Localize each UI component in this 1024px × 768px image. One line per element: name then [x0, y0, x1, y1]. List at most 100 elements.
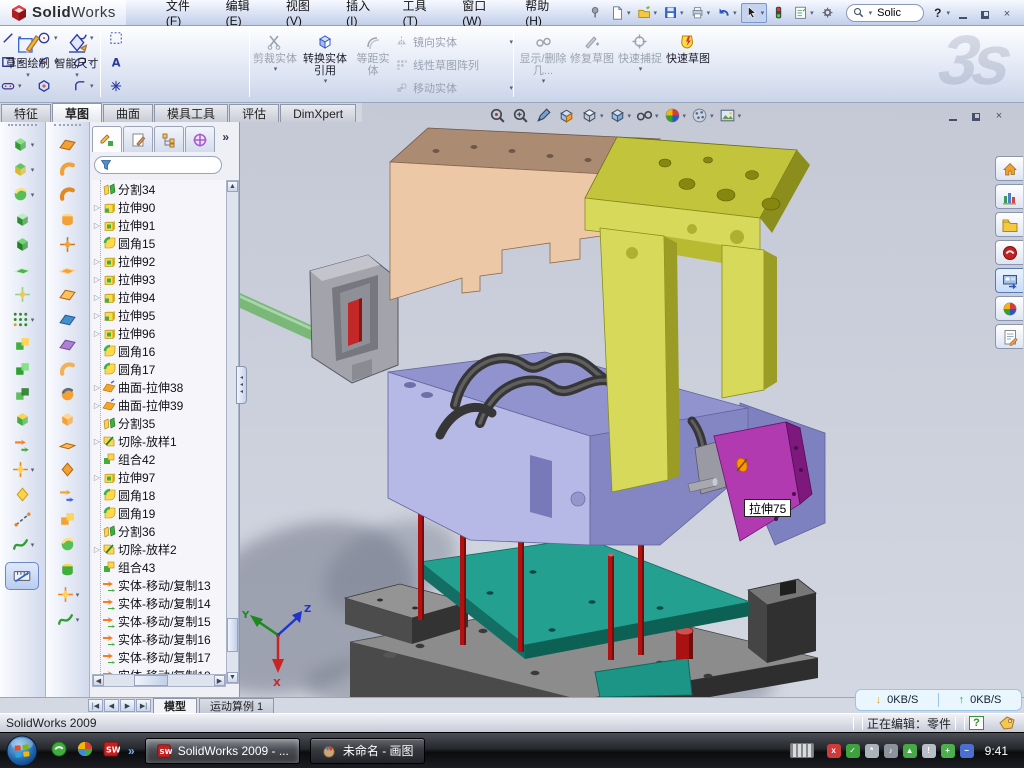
extruded-boss-icon[interactable]: ▾: [0, 132, 45, 157]
tree-item[interactable]: 圆角18: [92, 486, 226, 504]
linear-pattern-icon[interactable]: ▾: [0, 307, 45, 332]
scroll-thumb[interactable]: [227, 618, 238, 652]
select-cursor-icon-caret[interactable]: ▾: [761, 9, 765, 17]
scroll-left-arrow[interactable]: ◀: [93, 675, 104, 686]
display-delete-relations-button-caret[interactable]: ▾: [542, 77, 546, 85]
view-settings-icon-caret[interactable]: ▾: [738, 112, 742, 120]
view-settings-icon[interactable]: ▾: [718, 106, 742, 125]
menu-item[interactable]: 文件(F): [152, 0, 212, 25]
offset-surface-icon[interactable]: [46, 282, 89, 307]
custom-properties-tab[interactable]: [995, 324, 1023, 349]
intersect-icon[interactable]: [0, 382, 45, 407]
tree-item[interactable]: 分割35: [92, 414, 226, 432]
tab-特征[interactable]: 特征: [1, 104, 51, 122]
fillet-feature-icon[interactable]: ▾: [0, 182, 45, 207]
taskbar-clock[interactable]: 9:41: [985, 744, 1008, 758]
quick-launch-chevron[interactable]: »: [128, 744, 135, 758]
search-box[interactable]: ▾: [846, 4, 925, 22]
section-view-icon[interactable]: [557, 106, 576, 125]
expand-arrow-icon[interactable]: ▷: [92, 545, 102, 554]
quick-snaps-button-caret[interactable]: ▾: [639, 65, 643, 73]
tree-item[interactable]: ▷ 拉伸93: [92, 270, 226, 288]
delete-face-icon[interactable]: [46, 382, 89, 407]
design-library-tab[interactable]: [995, 184, 1023, 209]
extruded-boss-icon-caret[interactable]: ▾: [31, 141, 35, 149]
expand-arrow-icon[interactable]: ▷: [92, 473, 102, 482]
restore-button[interactable]: [978, 7, 992, 19]
help-button[interactable]: ?: [934, 6, 941, 20]
swept-surface-icon[interactable]: [46, 182, 89, 207]
zoom-to-area-icon[interactable]: [511, 106, 530, 125]
tree-item[interactable]: ▷ 拉伸91: [92, 216, 226, 234]
chamfer-icon[interactable]: [0, 257, 45, 282]
sketch-button[interactable]: 草图绘制 ▾: [4, 29, 51, 99]
search-input[interactable]: [875, 6, 917, 20]
smart-dimension-caret[interactable]: ▾: [75, 71, 79, 79]
untrim-surface-icon[interactable]: [46, 482, 89, 507]
viewport-restore-button[interactable]: [969, 109, 983, 121]
tree-item[interactable]: 圆角19: [92, 504, 226, 522]
fillet-feature-icon-caret[interactable]: ▾: [31, 191, 35, 199]
rapid-sketch-button[interactable]: 快速草图: [664, 29, 712, 99]
shell-icon[interactable]: [0, 232, 45, 257]
freeform-icon[interactable]: [46, 357, 89, 382]
sync-tray-icon[interactable]: −: [960, 744, 974, 758]
expand-arrow-icon[interactable]: ▷: [92, 437, 102, 446]
pin-icon[interactable]: [586, 4, 606, 22]
expand-arrow-icon[interactable]: ▷: [92, 275, 102, 284]
tree-item[interactable]: ▷ 拉伸90: [92, 198, 226, 216]
expand-arrow-icon[interactable]: ▷: [92, 293, 102, 302]
spline-feature-icon[interactable]: ▾: [0, 532, 45, 557]
tab-评估[interactable]: 评估: [229, 104, 279, 122]
hide-show-items-icon[interactable]: ▾: [635, 106, 659, 125]
revolved-surface-icon[interactable]: [46, 157, 89, 182]
network-warning-tray-icon[interactable]: !: [922, 744, 936, 758]
rib-icon[interactable]: [0, 282, 45, 307]
tree-filter-box[interactable]: [94, 156, 222, 174]
solidworks-resources-tab[interactable]: [995, 156, 1023, 181]
scroll-right-arrow[interactable]: ▶: [214, 675, 225, 686]
undo-icon[interactable]: ▾: [714, 4, 739, 22]
save-icon[interactable]: ▾: [661, 4, 686, 22]
tree-item[interactable]: ▷ 拉伸97: [92, 468, 226, 486]
edit-appearance-icon-caret[interactable]: ▾: [683, 112, 687, 120]
tree-item[interactable]: 分割36: [92, 522, 226, 540]
linear-pattern-icon-caret[interactable]: ▾: [31, 316, 35, 324]
curve-icon[interactable]: [0, 507, 45, 532]
graphics-viewport[interactable]: Y Z X: [240, 103, 1024, 697]
solidworks-search-tab[interactable]: [995, 240, 1023, 265]
knit-surface-icon[interactable]: [46, 332, 89, 357]
convert-entities-button-caret[interactable]: ▾: [324, 77, 328, 85]
tab-草图[interactable]: 草图: [52, 103, 102, 122]
appearances-scenes-tab[interactable]: [995, 296, 1023, 321]
open-icon-caret[interactable]: ▾: [654, 9, 658, 17]
expand-arrow-icon[interactable]: ▷: [92, 383, 102, 392]
expand-arrow-icon[interactable]: ▷: [92, 221, 102, 230]
save-icon-caret[interactable]: ▾: [680, 9, 684, 17]
spline-feature-icon-caret[interactable]: ▾: [31, 541, 35, 549]
boundary-surface-icon[interactable]: [46, 232, 89, 257]
tree-item[interactable]: 实体-移动/复制15: [92, 612, 226, 630]
tab-scroll-button[interactable]: ▶|: [136, 699, 151, 712]
split-line-icon-caret[interactable]: ▾: [76, 591, 80, 599]
edit-appearance-icon[interactable]: ▾: [663, 106, 687, 125]
tree-item[interactable]: ▷ 切除-放样1: [92, 432, 226, 450]
options-list-icon[interactable]: ▾: [791, 4, 816, 22]
split-feature-icon-caret[interactable]: ▾: [31, 466, 35, 474]
scroll-thumb[interactable]: [134, 675, 168, 686]
previous-view-icon[interactable]: [534, 106, 553, 125]
display-style-icon[interactable]: ▾: [608, 106, 632, 125]
extruded-cut-icon-caret[interactable]: ▾: [31, 166, 35, 174]
join-icon[interactable]: [0, 407, 45, 432]
zoom-to-fit-icon[interactable]: [488, 106, 507, 125]
tree-item[interactable]: ▷ 曲面-拉伸39: [92, 396, 226, 414]
planar-surface-icon[interactable]: [46, 257, 89, 282]
panel-overflow-button[interactable]: »: [222, 130, 229, 144]
tree-item[interactable]: 实体-移动/复制13: [92, 576, 226, 594]
panel-splitter-handle[interactable]: ◂◂◂: [236, 366, 247, 404]
minimize-button[interactable]: [956, 7, 970, 19]
scroll-up-arrow[interactable]: ▲: [227, 181, 238, 192]
print-icon[interactable]: ▾: [688, 4, 713, 22]
menu-item[interactable]: 视图(V): [272, 0, 332, 25]
trim-surface-icon[interactable]: [46, 457, 89, 482]
